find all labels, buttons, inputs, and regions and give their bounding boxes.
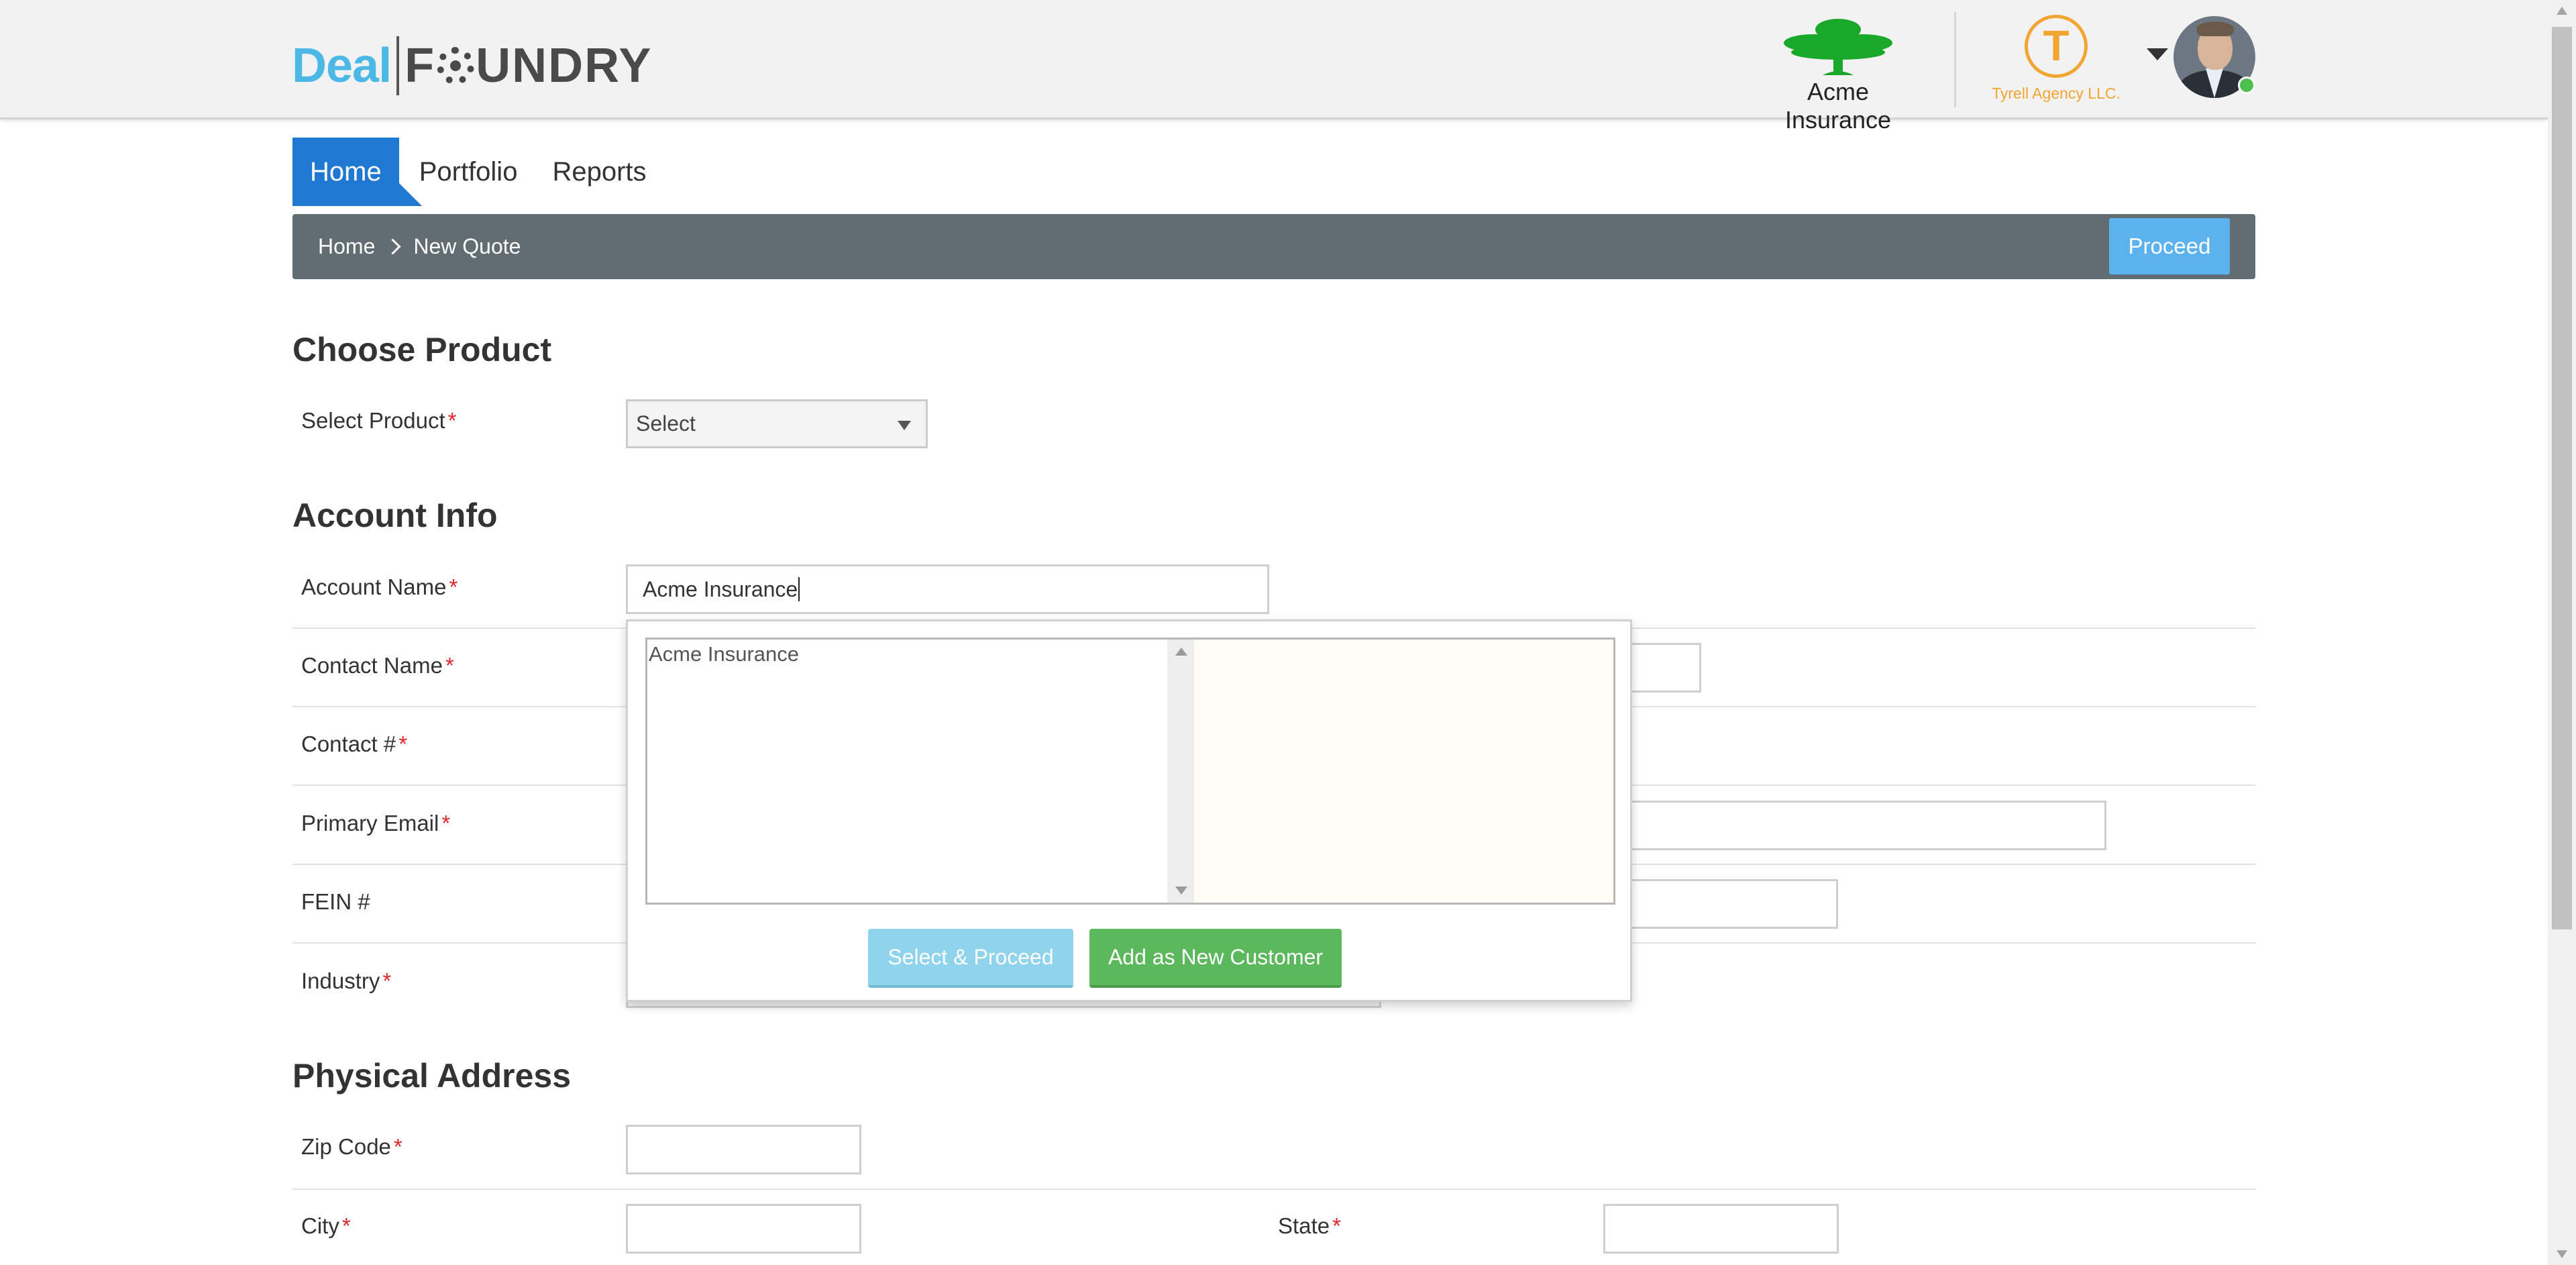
scroll-up-icon[interactable] [2557,7,2567,15]
secondary-email-input[interactable] [1623,801,2106,850]
carrier-brand: Acme Insurance [1751,15,1925,134]
dealfoundry-logo[interactable]: Deal F UNDRY [292,34,652,97]
scroll-up-icon[interactable] [1175,648,1187,656]
select-product-value: Select [636,411,696,436]
select-product-dropdown[interactable]: Select [626,399,928,448]
main-nav: Home Portfolio Reports [292,138,667,206]
account-info-title: Account Info [292,497,498,534]
autocomplete-scrollbar[interactable] [1167,638,1194,905]
required-marker: * [445,653,454,678]
logo-foundry-suffix: UNDRY [476,38,653,93]
state-label: State * [1278,1213,1341,1239]
agency-brand: T Tyrell Agency LLC. [1982,15,2130,109]
select-product-label: Select Product * [301,408,456,434]
caret-down-icon[interactable] [2147,48,2168,60]
primary-email-label-text: Primary Email [301,811,439,836]
contact-name-label: Contact Name * [301,653,454,678]
zip-code-label-text: Zip Code [301,1134,391,1159]
zip-code-label: Zip Code * [301,1134,402,1160]
breadcrumb-bar: Home New Quote Proceed [292,214,2255,279]
industry-label: Industry * [301,968,391,994]
primary-email-label: Primary Email * [301,811,450,836]
state-input[interactable] [1603,1204,1839,1254]
fein-label: FEIN # [301,889,370,915]
state-label-text: State [1278,1213,1330,1238]
nav-item-reports[interactable]: Reports [537,138,661,206]
logo-deal-text: Deal [292,38,392,93]
required-marker: * [398,731,408,756]
scroll-down-icon[interactable] [1175,887,1187,895]
autocomplete-preview-panel [1194,638,1615,905]
required-marker: * [341,1213,351,1238]
city-label-text: City [301,1213,339,1238]
add-new-customer-button[interactable]: Add as New Customer [1089,929,1342,988]
contact-name-label-text: Contact Name [301,653,443,678]
contact-number-label: Contact # * [301,731,407,757]
proceed-button[interactable]: Proceed [2109,218,2230,274]
contact-number-label-text: Contact # [301,731,396,756]
breadcrumb-new-quote: New Quote [413,234,521,258]
logo-foundry-text: F UNDRY [405,38,652,93]
website-input[interactable] [1623,879,1838,929]
scrollbar-thumb[interactable] [2552,27,2572,929]
contact-last-name-input[interactable] [1623,643,1701,693]
scroll-down-icon[interactable] [2557,1250,2567,1258]
caret-down-icon [898,421,911,430]
select-and-proceed-button[interactable]: Select & Proceed [868,929,1073,988]
breadcrumb: Home New Quote [318,214,521,279]
brand-divider [1954,12,1956,107]
breadcrumb-home[interactable]: Home [318,234,375,259]
agency-name: Tyrell Agency LLC. [1992,85,2121,102]
list-item[interactable]: Acme Insurance [647,640,799,666]
account-name-input[interactable]: Acme Insurance [626,564,1269,614]
logo-divider [396,36,400,95]
avatar-hair [2196,21,2234,36]
account-name-value: Acme Insurance [643,576,798,601]
city-label: City * [301,1213,351,1239]
account-name-label-text: Account Name [301,574,447,599]
required-marker: * [1332,1213,1341,1238]
gear-icon [437,46,475,85]
account-autocomplete-popup: Acme Insurance Select & Proceed Add as N… [626,619,1632,1002]
nav-item-portfolio[interactable]: Portfolio [405,138,533,206]
agency-logo-icon: T [2025,15,2088,78]
fein-label-text: FEIN # [301,889,370,914]
required-marker: * [447,408,457,433]
account-name-label: Account Name * [301,574,458,600]
required-marker: * [393,1134,402,1159]
online-status-icon [2238,77,2255,94]
top-header: Deal F UNDRY Acme Insurance T Tyrell Age… [0,0,2548,134]
select-product-label-text: Select Product [301,408,445,433]
chevron-right-icon [384,238,401,255]
zip-code-input[interactable] [626,1125,861,1174]
industry-label-text: Industry [301,968,380,993]
required-marker: * [449,574,458,599]
city-input[interactable] [626,1204,861,1254]
required-marker: * [441,811,451,836]
nav-item-home[interactable]: Home [292,138,422,206]
autocomplete-results-list[interactable]: Acme Insurance [645,638,1186,905]
agency-logo-initial: T [2043,21,2070,70]
tree-icon [1784,19,1892,75]
row-divider [292,1188,2255,1190]
page-scrollbar[interactable] [2548,0,2576,1265]
text-cursor [798,577,800,601]
choose-product-title: Choose Product [292,331,552,368]
required-marker: * [382,968,392,993]
logo-foundry-prefix: F [405,38,436,93]
carrier-name: Acme Insurance [1784,78,1892,134]
physical-address-title: Physical Address [292,1057,572,1095]
